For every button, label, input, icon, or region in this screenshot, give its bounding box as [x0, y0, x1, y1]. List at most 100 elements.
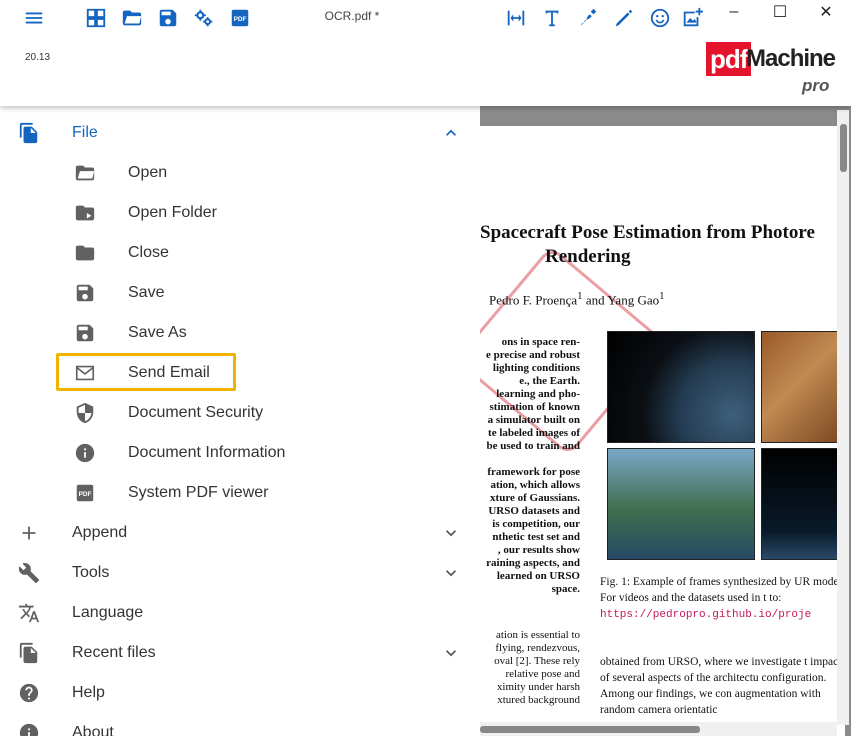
chevron-down-icon[interactable] [440, 642, 462, 664]
abstract-line: e precise and robust [485, 349, 580, 361]
abstract-line: URSO datasets and [488, 505, 580, 517]
paper-right-text: obtained from URSO, where we investigate… [600, 656, 842, 716]
folder-open-icon [73, 161, 97, 185]
abstract-line: ation, which allows [490, 479, 580, 491]
apps-grid-icon[interactable] [84, 6, 108, 30]
menu-item-document-information[interactable]: Document Information [0, 433, 480, 473]
figure-image-satellite [607, 448, 755, 560]
menu-item-save-as[interactable]: Save As [0, 313, 480, 353]
menu-item-label: Save As [128, 324, 187, 341]
close-button[interactable]: ✕ [816, 2, 836, 22]
menu-item-document-security[interactable]: Document Security [0, 393, 480, 433]
menu-item-close[interactable]: Close [0, 233, 480, 273]
menu-item-label: Document Security [128, 404, 264, 421]
pdfmachine-pro-logo: pdf Machine pro [706, 42, 836, 98]
menu-item-label: Help [72, 684, 105, 701]
menu-item-append[interactable]: Append [0, 513, 480, 553]
menu-item-recent-files[interactable]: Recent files [0, 633, 480, 673]
menu-item-label: Tools [72, 564, 110, 581]
abstract-line: raining aspects, and [486, 557, 580, 569]
menu-item-label: Save [128, 284, 165, 301]
abstract-line [480, 453, 580, 466]
horizontal-scrollbar-thumb[interactable] [480, 726, 700, 733]
vertical-scrollbar-thumb[interactable] [840, 124, 847, 172]
menu-item-tools[interactable]: Tools [0, 553, 480, 593]
body-line: ation is essential to [495, 629, 580, 641]
menu-item-about[interactable]: About [0, 713, 480, 736]
chevron-down-icon[interactable] [440, 562, 462, 584]
file-copy-icon [17, 641, 41, 665]
menu-item-label: About [72, 724, 114, 736]
side-menu: File Open Open Folder Close Save Save As… [0, 106, 480, 736]
body-line: ximity under harsh [496, 681, 580, 693]
minimize-button[interactable]: – [724, 2, 744, 22]
menu-item-label: Open [128, 164, 168, 181]
version-label: 20.13 [25, 52, 51, 63]
top-toolbar: PDF OCR.pdf * – ☐ ✕ 20.13 pdf Machine pr… [0, 0, 851, 106]
abstract-line: lighting conditions [492, 362, 580, 374]
paper-authors: Pedro F. Proença1 and Yang Gao1 [489, 290, 665, 308]
menu-item-label: Language [72, 604, 144, 621]
menu-item-label: Document Information [128, 444, 286, 461]
chevron-down-icon[interactable] [440, 522, 462, 544]
abstract-line: learned on URSO [496, 570, 580, 582]
body-line: relative pose and [505, 668, 580, 680]
figure-image-earth-dark [607, 331, 755, 443]
menu-item-send-email[interactable]: Send Email [0, 353, 480, 393]
menu-item-label: Send Email [128, 364, 210, 381]
pdf-icon: PDF [73, 481, 97, 505]
draw-icon[interactable] [576, 6, 600, 30]
abstract-line: ons in space ren- [501, 336, 580, 348]
info-icon [73, 441, 97, 465]
text-icon[interactable] [540, 6, 564, 30]
menu-item-system-pdf-viewer[interactable]: PDF System PDF viewer [0, 473, 480, 513]
figure-caption: Fig. 1: Example of frames synthesized by… [600, 576, 845, 621]
menu-item-open-folder[interactable]: Open Folder [0, 193, 480, 233]
settings-icon[interactable] [192, 6, 216, 30]
body-line: xtured background [497, 694, 580, 706]
figure-image-space [761, 448, 845, 560]
paper-title-line2: Rendering [545, 246, 631, 267]
menu-item-save[interactable]: Save [0, 273, 480, 313]
abstract-line: , our results show [497, 544, 580, 556]
emoji-icon[interactable] [648, 6, 672, 30]
fit-width-icon[interactable] [504, 6, 528, 30]
menu-item-help[interactable]: Help [0, 673, 480, 713]
document-title: OCR.pdf * [324, 9, 380, 23]
mail-icon [73, 361, 97, 385]
menu-item-label: Close [128, 244, 169, 261]
menu-item-open[interactable]: Open [0, 153, 480, 193]
body-text: ation is essential to flying, rendezvous,… [480, 629, 580, 707]
tools-icon [17, 561, 41, 585]
menu-icon[interactable] [22, 6, 46, 30]
abstract-line: xture of Gaussians. [490, 492, 580, 504]
menu-item-file[interactable]: File [0, 113, 480, 153]
abstract-line: framework for pose [487, 466, 580, 478]
abstract-line: is competition, our [492, 518, 580, 530]
plus-icon [17, 521, 41, 545]
pdf-icon[interactable]: PDF [228, 6, 252, 30]
app-window: Spacecraft Pose Estimation from Photore … [0, 0, 851, 736]
chevron-up-icon[interactable] [440, 122, 462, 144]
abstract-line: learning and pho- [496, 388, 580, 400]
save-icon[interactable] [156, 6, 180, 30]
abstract-line: be used to train and [486, 440, 580, 452]
caption-link[interactable]: https://pedropro.github.io/proje [600, 609, 811, 621]
add-image-icon[interactable] [680, 6, 704, 30]
logo-pdf: pdf [706, 42, 752, 76]
body-line: oval [2]. These rely [494, 655, 580, 667]
menu-item-label: File [72, 124, 98, 141]
menu-item-label: Append [72, 524, 128, 541]
menu-item-language[interactable]: Language [0, 593, 480, 633]
vertical-scrollbar[interactable] [837, 110, 849, 725]
highlighter-icon[interactable] [612, 6, 636, 30]
maximize-button[interactable]: ☐ [770, 2, 790, 22]
abstract-line: stimation of known [489, 401, 580, 413]
open-folder-icon[interactable] [120, 6, 144, 30]
logo-pro: pro [802, 76, 830, 95]
save-icon [73, 281, 97, 305]
folder-icon [73, 241, 97, 265]
abstract-line: e., the Earth. [519, 375, 580, 387]
horizontal-scrollbar[interactable] [480, 722, 837, 736]
help-icon [17, 681, 41, 705]
